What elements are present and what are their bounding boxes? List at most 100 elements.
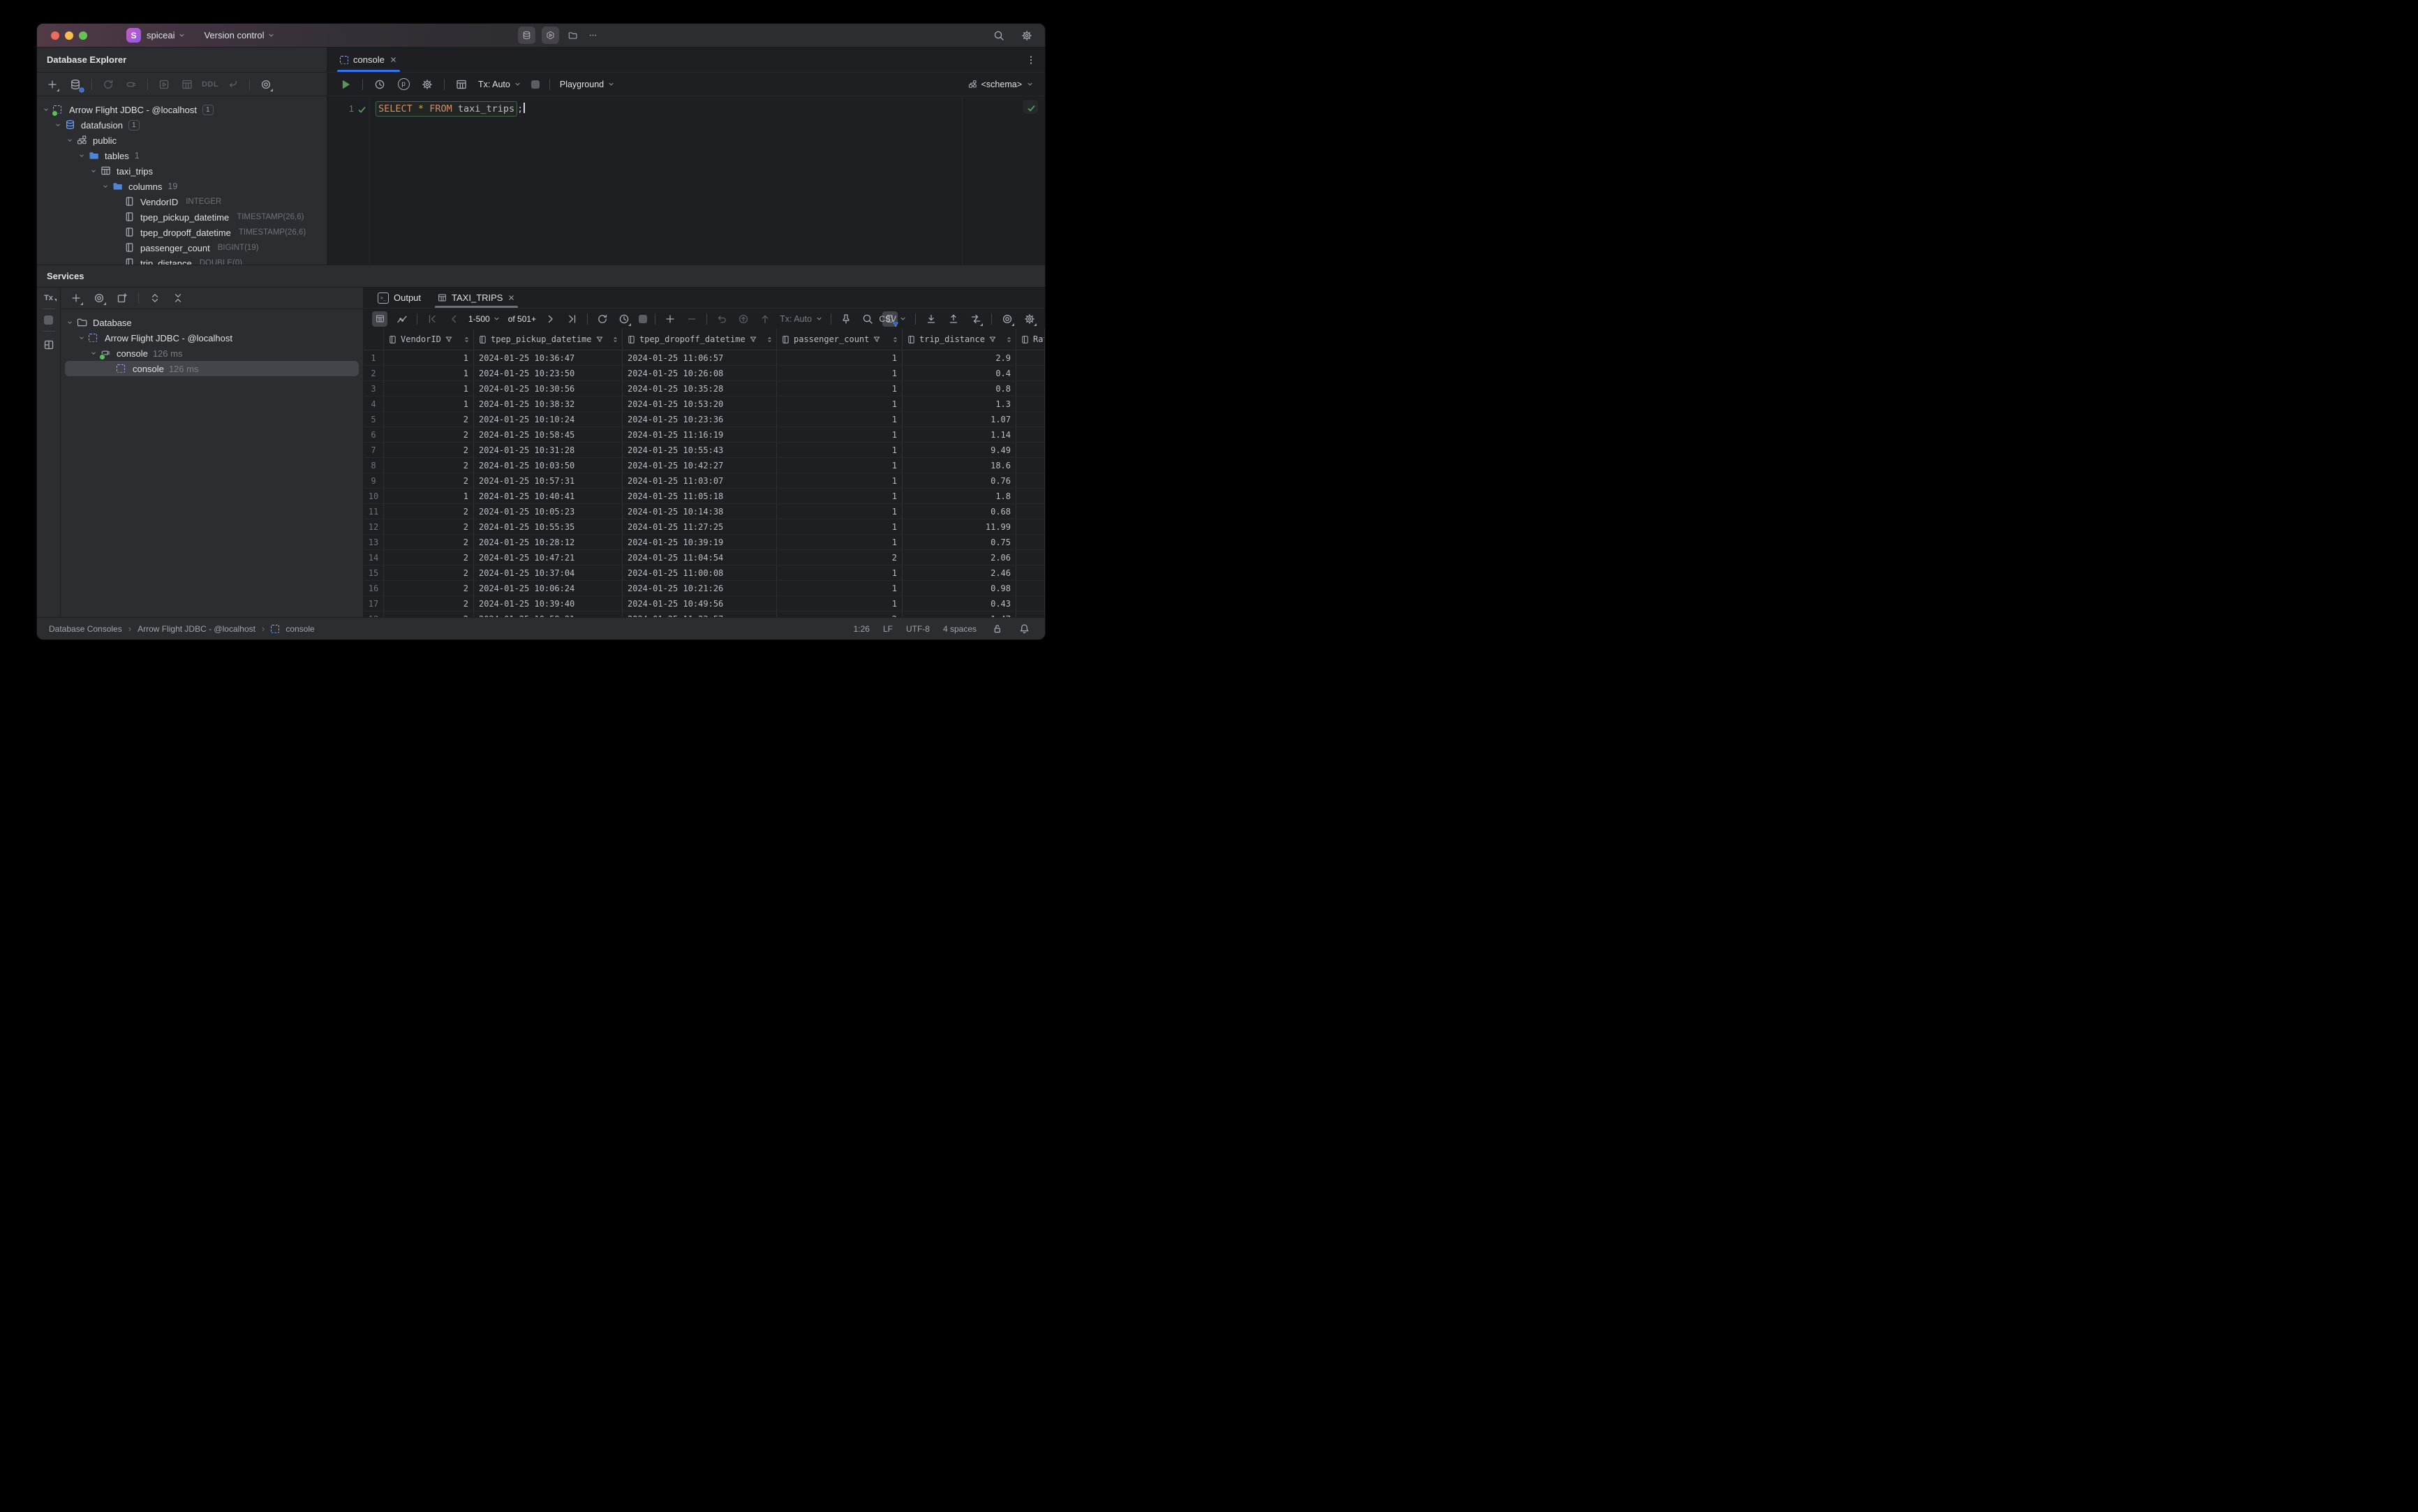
- cell[interactable]: 2024-01-25 10:58:21: [474, 612, 623, 617]
- cell[interactable]: 1: [777, 535, 903, 550]
- breadcrumb-root[interactable]: Database Consoles: [49, 624, 122, 634]
- cell[interactable]: [1016, 535, 1045, 550]
- editor-body[interactable]: 1 SELECT * FROM taxi_trips;: [327, 96, 1045, 265]
- cell[interactable]: 0.98: [903, 581, 1016, 596]
- database-tool-button[interactable]: [518, 27, 535, 44]
- inspection-widget[interactable]: [1023, 100, 1038, 114]
- add-datasource-button[interactable]: [45, 77, 59, 91]
- cell[interactable]: [1016, 350, 1045, 366]
- cell[interactable]: 1: [777, 350, 903, 366]
- cell[interactable]: 2024-01-25 10:38:32: [474, 396, 623, 412]
- cell[interactable]: 1: [777, 412, 903, 427]
- cell[interactable]: 1: [777, 565, 903, 581]
- grid-view-options-button[interactable]: [1000, 312, 1014, 326]
- cell[interactable]: [1016, 581, 1045, 596]
- cell[interactable]: 0.8: [903, 381, 1016, 396]
- cell[interactable]: 1: [777, 581, 903, 596]
- tree-item-arrow-flight-jdbc-localhost[interactable]: Arrow Flight JDBC - @localhost 1: [37, 102, 327, 117]
- column-header-vendorid[interactable]: VendorID: [384, 329, 474, 350]
- cell[interactable]: [1016, 396, 1045, 412]
- readonly-toggle-button[interactable]: [990, 622, 1004, 636]
- chevron-down-icon[interactable]: [89, 350, 98, 357]
- column-header-tpep_dropoff_datetime[interactable]: tpep_dropoff_datetime: [623, 329, 777, 350]
- view-options-button[interactable]: [259, 77, 273, 91]
- tree-item-tpep-dropoff-datetime[interactable]: tpep_dropoff_datetime TIMESTAMP(26,6): [37, 225, 327, 240]
- row-number[interactable]: 11: [364, 504, 384, 519]
- row-number[interactable]: 12: [364, 519, 384, 535]
- cell[interactable]: 2: [384, 596, 474, 612]
- pin-tab-button[interactable]: [839, 312, 853, 326]
- cell[interactable]: 2024-01-25 10:28:12: [474, 535, 623, 550]
- cell[interactable]: 2: [384, 427, 474, 443]
- cell[interactable]: 2024-01-25 10:10:24: [474, 412, 623, 427]
- cell[interactable]: 2024-01-25 10:35:28: [623, 381, 777, 396]
- row-number[interactable]: 14: [364, 550, 384, 565]
- cell[interactable]: 2024-01-25 10:06:24: [474, 581, 623, 596]
- tree-item-tpep-pickup-datetime[interactable]: tpep_pickup_datetime TIMESTAMP(26,6): [37, 209, 327, 225]
- cell[interactable]: 2.46: [903, 565, 1016, 581]
- refresh-button[interactable]: [101, 77, 115, 91]
- close-icon[interactable]: [507, 294, 515, 302]
- collapse-all-button[interactable]: [171, 291, 185, 305]
- tx-mode-dropdown[interactable]: Tx: Auto: [478, 80, 521, 89]
- cell[interactable]: 1: [777, 396, 903, 412]
- row-number[interactable]: 10: [364, 489, 384, 504]
- cell[interactable]: 2: [384, 412, 474, 427]
- chart-view-button[interactable]: [395, 312, 409, 326]
- caret-position[interactable]: 1:26: [854, 624, 870, 634]
- cell[interactable]: 2: [777, 550, 903, 565]
- cell[interactable]: 1: [384, 396, 474, 412]
- cell[interactable]: 2024-01-25 10:30:56: [474, 381, 623, 396]
- column-header-passenger_count[interactable]: passenger_count: [777, 329, 903, 350]
- cell[interactable]: 2.9: [903, 350, 1016, 366]
- filter-funnel-icon[interactable]: [445, 335, 453, 343]
- open-in-new-tab-button[interactable]: [115, 291, 129, 305]
- cell[interactable]: 2024-01-25 10:23:50: [474, 366, 623, 381]
- cell[interactable]: 2024-01-25 10:57:31: [474, 473, 623, 489]
- row-number[interactable]: 18: [364, 612, 384, 617]
- tree-item-taxi-trips[interactable]: taxi_trips: [37, 163, 327, 179]
- cell[interactable]: 0.43: [903, 596, 1016, 612]
- first-page-button[interactable]: [425, 312, 439, 326]
- cell[interactable]: [1016, 366, 1045, 381]
- chevron-down-icon[interactable]: [101, 183, 110, 190]
- chevron-down-icon[interactable]: [65, 137, 75, 144]
- cell[interactable]: 2: [384, 519, 474, 535]
- sort-icon[interactable]: [766, 336, 773, 343]
- import-button[interactable]: [924, 312, 938, 326]
- datasource-properties-button[interactable]: [68, 77, 82, 91]
- cell[interactable]: [1016, 473, 1045, 489]
- cell[interactable]: [1016, 550, 1045, 565]
- cell[interactable]: 0.4: [903, 366, 1016, 381]
- tree-item-datafusion[interactable]: datafusion 1: [37, 117, 327, 133]
- cell[interactable]: 1: [777, 443, 903, 458]
- tab-output[interactable]: >_ Output: [371, 288, 428, 308]
- delete-row-button[interactable]: [685, 312, 699, 326]
- tree-item-public[interactable]: public: [37, 133, 327, 148]
- cell[interactable]: 1.14: [903, 427, 1016, 443]
- run-tool-button[interactable]: [542, 27, 559, 44]
- cell[interactable]: 1.3: [903, 396, 1016, 412]
- cell[interactable]: 2: [384, 473, 474, 489]
- cell[interactable]: 11.99: [903, 519, 1016, 535]
- next-page-button[interactable]: [544, 312, 558, 326]
- tree-item-trip-distance[interactable]: trip_distance DOUBLE(0): [37, 255, 327, 265]
- expand-all-button[interactable]: [148, 291, 162, 305]
- view-options-button[interactable]: [92, 291, 106, 305]
- cell[interactable]: 2024-01-25 10:26:08: [623, 366, 777, 381]
- cell[interactable]: 2: [384, 443, 474, 458]
- cell[interactable]: 2024-01-25 11:16:19: [623, 427, 777, 443]
- filter-funnel-icon[interactable]: [595, 335, 604, 343]
- cell[interactable]: 2: [384, 458, 474, 473]
- tree-item-database[interactable]: Database: [61, 315, 363, 330]
- row-number[interactable]: 17: [364, 596, 384, 612]
- edit-as-table-button[interactable]: [454, 77, 468, 91]
- tree-item-columns[interactable]: columns 19: [37, 179, 327, 194]
- sort-icon[interactable]: [463, 336, 470, 343]
- cell[interactable]: 1.47: [903, 612, 1016, 617]
- cell[interactable]: 18.6: [903, 458, 1016, 473]
- console-settings-button[interactable]: [420, 77, 434, 91]
- cell[interactable]: 2024-01-25 10:21:26: [623, 581, 777, 596]
- cell[interactable]: [1016, 412, 1045, 427]
- cell[interactable]: [1016, 504, 1045, 519]
